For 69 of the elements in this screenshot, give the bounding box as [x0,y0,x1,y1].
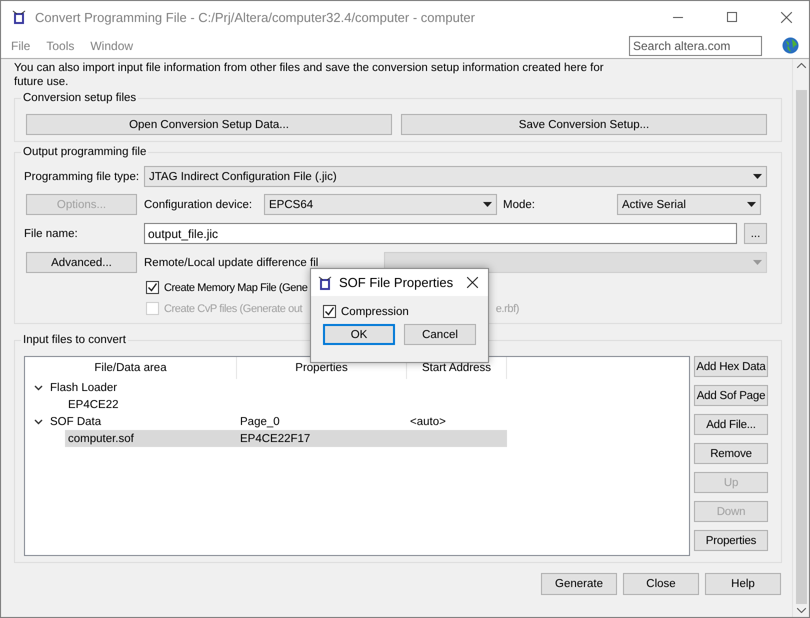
device-select[interactable]: EPCS64 [264,194,497,215]
checkbox-label: Create Memory Map File (Gene [164,282,308,294]
tree-row[interactable]: EP4CE22 [65,396,507,413]
field-label: Mode: [502,198,536,210]
scroll-up-icon [796,63,806,68]
tree-cell-text: computer.sof [67,432,135,444]
group-title: Conversion setup files [22,92,138,104]
footer-button[interactable]: Close [623,573,699,595]
checkbox[interactable] [323,305,336,318]
side-button[interactable]: Properties [694,530,768,551]
dialog-title: SOF File Properties [339,275,454,290]
field-label: Configuration device: [144,198,254,210]
footer-button[interactable]: Generate [541,573,617,595]
app-icon [11,9,27,25]
checkbox-label: Compression [341,306,409,318]
group-title: Output programming file [22,146,148,158]
tree-row[interactable]: computer.sof EP4CE22F17 [65,430,507,447]
side-button[interactable]: Remove [694,443,768,464]
column-header[interactable]: File/Data area [25,357,237,379]
checkmark-icon [324,306,335,317]
dialog-button[interactable]: Cancel [404,324,476,345]
file-type-select[interactable]: JTAG Indirect Configuration File (.jic) [144,166,767,187]
search-field[interactable]: Search altera.com [629,36,762,56]
app-icon [317,274,333,290]
setup-button[interactable]: Open Conversion Setup Data... [26,114,392,135]
tree-cell-text: Flash Loader [49,382,118,394]
menu-item[interactable]: File [11,38,30,52]
field-label: Remote/Local update difference fil [144,256,320,268]
maximize-icon [727,12,737,22]
expand-chevron-icon[interactable] [34,384,42,390]
close-icon [780,12,792,22]
checkmark-icon [147,282,158,293]
side-button[interactable]: Add Sof Page [694,385,768,406]
close-icon[interactable] [467,277,478,288]
advanced-button[interactable]: Advanced... [26,252,137,273]
intro-text: You can also import input file information from other files and save the conversion setup information created here for future use. [14,61,605,89]
dropdown-arrow-icon [747,202,756,207]
window-title: Convert Programming File - C:/Prj/Altera/computer32.4/computer - computer [35,10,476,24]
dropdown-arrow-icon [483,202,492,207]
mode-select[interactable]: Active Serial [617,194,761,215]
minimize-icon [673,16,683,18]
scroll-down-icon [796,608,806,613]
tree-cell-text: EP4CE22F17 [239,432,312,444]
dialog-button[interactable]: OK [323,324,395,345]
setup-button[interactable]: Save Conversion Setup... [401,114,767,135]
tree-cell-text: EP4CE22 [67,398,120,410]
expand-chevron-icon[interactable] [34,418,42,424]
file-name-field[interactable]: output_file.jic [144,223,737,244]
scrollbar[interactable] [792,59,809,617]
field-label: File name: [24,228,79,240]
checkbox[interactable] [146,281,159,294]
dropdown-arrow-icon [753,174,762,179]
field-label: Programming file type: [24,170,140,182]
tree-cell-text: Page_0 [239,416,281,428]
checkbox-label: Create CvP files (Generate out [164,302,302,314]
dropdown-arrow-icon [753,260,762,265]
side-button[interactable]: Add File... [694,414,768,435]
tree-cell-text: SOF Data [49,416,102,428]
tree-row[interactable]: SOF Data Page_0 <auto> [29,413,507,430]
globe-icon[interactable] [782,37,799,54]
checkbox-label: e.rbf) [496,302,519,314]
footer-button[interactable]: Help [705,573,781,595]
menu-item[interactable]: Tools [46,38,74,52]
group-title: Input files to convert [22,334,127,346]
menu-item[interactable]: Window [90,38,134,52]
browse-button[interactable]: ... [744,223,767,244]
tree-row[interactable]: Flash Loader [29,379,507,396]
tree-cell-text: <auto> [409,416,447,428]
side-button[interactable]: Add Hex Data [694,356,768,377]
